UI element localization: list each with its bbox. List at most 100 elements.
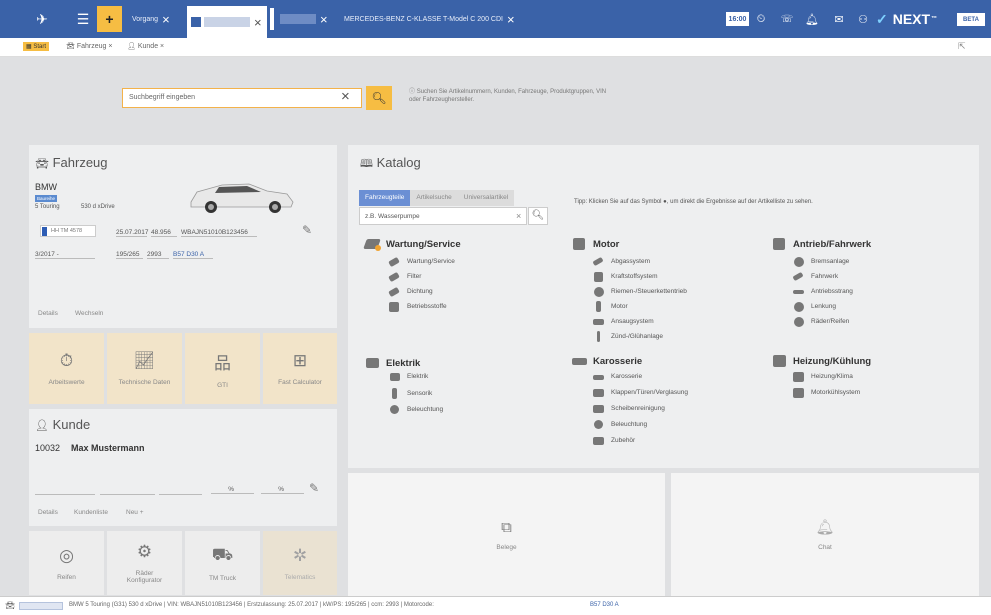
edit-pencil-icon[interactable]: ✎ <box>309 481 319 495</box>
edit-pencil-icon[interactable]: ✎ <box>302 223 312 237</box>
cat-item[interactable]: Ansaugsystem <box>593 316 654 327</box>
tab-artikelsuche[interactable]: Artikelsuche <box>410 190 458 206</box>
search-input[interactable]: Suchbegriff eingeben <box>122 88 362 108</box>
catalog-search-button[interactable]: 🔍︎ <box>528 207 548 225</box>
vin-field[interactable]: WBAJN51010B123456 <box>181 229 257 237</box>
cat-item[interactable]: Karosserie <box>593 371 642 382</box>
bell-icon[interactable]: 🔔︎ <box>803 6 821 32</box>
tile-reifen-label: Reifen <box>57 573 76 581</box>
group-elektrik[interactable]: Elektrik <box>365 356 420 370</box>
cat-item[interactable]: Beleuchtung <box>593 419 647 430</box>
catalog-tabs: Fahrzeugteile Artikelsuche Universalartike… <box>359 190 515 206</box>
cat-item[interactable]: Beleuchtung <box>389 404 443 415</box>
cat-item[interactable]: Sensorik <box>389 388 432 399</box>
cat-item[interactable]: Lenkung <box>793 301 836 312</box>
cat-item[interactable]: Antriebsstrang <box>793 286 853 297</box>
menu-list-icon[interactable]: ☰ <box>70 6 96 32</box>
tile-arbeitswerte[interactable]: ⏱ Arbeitswerte <box>29 333 104 404</box>
cat-item[interactable]: Dichtung <box>388 286 433 298</box>
wheel-icon <box>793 316 805 327</box>
cat-item[interactable]: Wartung/Service <box>388 256 455 268</box>
tab-vehicle-active[interactable]: × <box>187 6 267 38</box>
discount-field-1[interactable]: % <box>211 486 254 494</box>
start-tab[interactable]: ▦ Start <box>23 42 50 51</box>
cat-item[interactable]: Motor <box>593 301 628 312</box>
close-icon[interactable]: × <box>160 43 164 50</box>
add-button[interactable]: + <box>97 6 122 32</box>
tab-mercedes[interactable]: MERCEDES-BENZ C-KLASSE T-Model C 200 CDI… <box>344 6 515 32</box>
cat-item[interactable]: Kraftstoffsystem <box>593 271 657 282</box>
clear-icon[interactable]: × <box>341 88 350 105</box>
widget-belege[interactable]: ⧉ Belege <box>348 473 665 596</box>
group-karosserie[interactable]: Karosserie <box>572 354 642 368</box>
cat-item[interactable]: Elektrik <box>389 371 428 382</box>
close-icon[interactable]: × <box>162 12 170 27</box>
tab-vehicle-2[interactable]: × <box>270 6 328 32</box>
widget-chat[interactable]: 🔔︎ Chat <box>671 473 979 596</box>
cat-item[interactable]: Zubehör <box>593 435 635 446</box>
catalog-tip: Tipp: Klicken Sie auf das Symbol ●, um d… <box>574 199 813 205</box>
cat-item[interactable]: Räder/Reifen <box>793 316 849 327</box>
close-icon[interactable]: × <box>254 15 262 30</box>
catalog-search-input[interactable]: z.B. Wasserpumpe × <box>359 207 527 225</box>
motor-field[interactable]: B57 D30 A <box>173 251 213 259</box>
plate-field[interactable]: HH TM 4578 <box>40 225 96 237</box>
customer-field-3[interactable] <box>159 486 202 495</box>
cat-item[interactable]: Abgassystem <box>592 256 650 267</box>
year-field[interactable]: 3/2017 - <box>35 251 95 259</box>
search-button[interactable]: 🔍︎ <box>366 86 392 110</box>
drivetrain-icon <box>772 237 788 251</box>
km-field[interactable]: 48.956 <box>151 229 177 237</box>
tile-raeder-konfigurator[interactable]: ⚙ Räder Konfigurator <box>107 531 182 595</box>
ccm-field[interactable]: 2993 <box>147 251 169 259</box>
close-icon[interactable]: × <box>108 43 112 50</box>
navigation-icon[interactable]: ✈ <box>29 6 55 32</box>
message-icon[interactable]: ✉ <box>830 6 848 32</box>
cat-item[interactable]: Klappen/Türen/Verglasung <box>593 387 688 398</box>
power-field[interactable]: 195/265 <box>116 251 143 259</box>
group-heizung-kuehlung[interactable]: Heizung/Kühlung <box>772 354 871 368</box>
tile-fast-calculator[interactable]: ⊞ Fast Calculator <box>263 333 337 404</box>
close-icon[interactable]: × <box>320 12 328 27</box>
group-wartung-service[interactable]: Wartung/Service <box>363 237 461 251</box>
tab-universalartikel[interactable]: Universalartikel <box>457 190 515 206</box>
fahrzeug-tab[interactable]: 🚘︎ Fahrzeug × <box>66 42 112 50</box>
motor-code-link[interactable]: B57 D30 A <box>590 602 619 608</box>
tile-reifen[interactable]: ◎ Reifen <box>29 531 104 595</box>
new-customer-link[interactable]: Neu + <box>126 509 144 516</box>
kunde-tab[interactable]: 👤︎ Kunde × <box>127 42 164 50</box>
pin-icon[interactable]: ⇱ <box>958 41 966 52</box>
group-antrieb-fahrwerk[interactable]: Antrieb/Fahrwerk <box>772 237 871 251</box>
wechseln-link[interactable]: Wechseln <box>75 310 103 317</box>
date-field[interactable]: 25.07.2017 <box>116 229 149 237</box>
cat-item[interactable]: Heizung/Klima <box>793 371 853 382</box>
tile-gti[interactable]: 品 GTI <box>185 333 260 404</box>
close-icon[interactable]: × <box>507 12 515 27</box>
cat-item[interactable]: Scheibenreinigung <box>593 403 665 414</box>
tab-fahrzeugteile[interactable]: Fahrzeugteile <box>359 190 411 206</box>
cat-item[interactable]: Filter <box>388 271 421 283</box>
customer-field-1[interactable] <box>35 486 95 495</box>
tile-technische-daten[interactable]: 📈︎ Technische Daten <box>107 333 182 404</box>
cat-item[interactable]: Betriebsstoffe <box>389 301 447 312</box>
kunde-tab-label: Kunde <box>137 43 159 50</box>
customer-field-2[interactable] <box>100 486 155 495</box>
cat-item[interactable]: Motorkühlsystem <box>793 387 860 398</box>
cat-item[interactable]: Fahrwerk <box>792 271 838 282</box>
cat-item[interactable]: Riemen-/Steuerkettentrieb <box>593 286 687 297</box>
discount-field-2[interactable]: % <box>261 486 304 494</box>
cat-item[interactable]: Zünd-/Glühanlage <box>593 331 663 342</box>
customer-details-link[interactable]: Details <box>38 509 58 516</box>
clear-icon[interactable]: × <box>516 211 521 221</box>
kundenliste-link[interactable]: Kundenliste <box>74 509 108 516</box>
tile-tm-truck[interactable]: ⛟ TM Truck <box>185 531 260 595</box>
details-link[interactable]: Details <box>38 310 58 317</box>
cat-item-label: Beleuchtung <box>611 421 648 428</box>
cat-item[interactable]: Bremsanlage <box>793 256 849 267</box>
timer-icon[interactable]: ⏲ <box>752 6 770 32</box>
group-motor[interactable]: Motor <box>572 237 619 251</box>
tile-telematics[interactable]: ✲ Telematics <box>263 531 337 595</box>
tab-vorgang[interactable]: Vorgang × <box>132 6 170 32</box>
phone-icon[interactable]: ☏ <box>778 6 796 32</box>
users-icon[interactable]: ⚇ <box>854 6 872 32</box>
